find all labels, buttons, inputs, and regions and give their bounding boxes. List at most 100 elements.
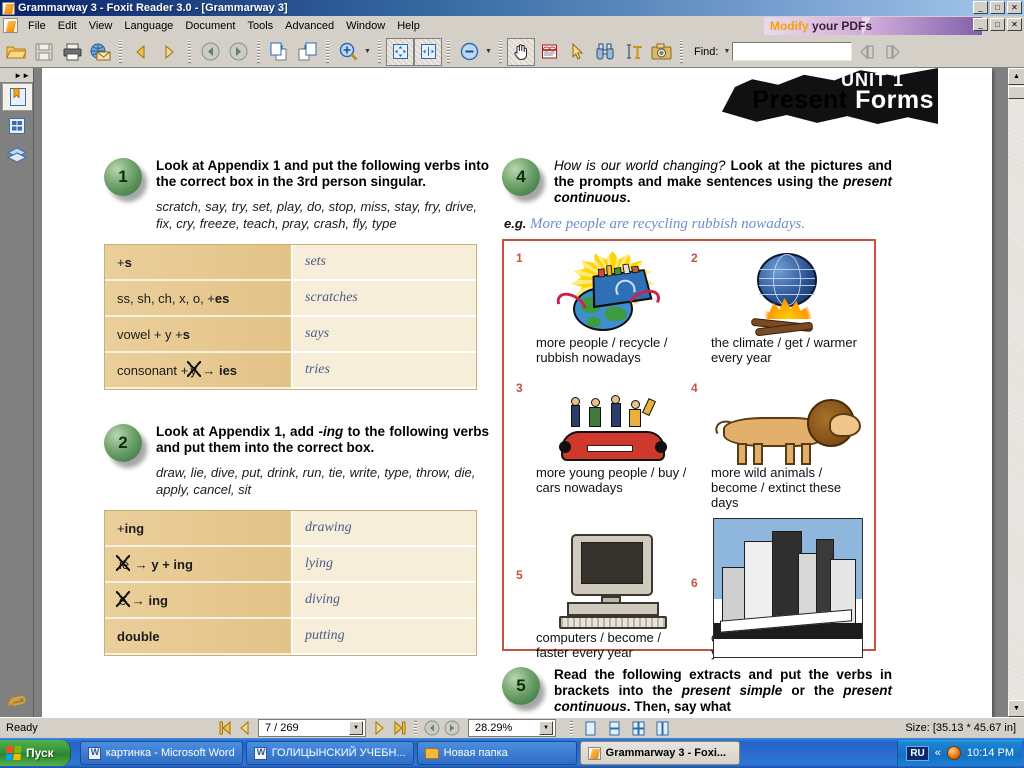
extract-pages-icon[interactable] [293, 38, 321, 66]
close-button[interactable]: ✕ [1007, 1, 1022, 14]
scroll-up-icon[interactable]: ▲ [1008, 68, 1024, 85]
doc-minimize-button[interactable]: _ [973, 18, 988, 31]
vertical-scrollbar[interactable]: ▲ ▼ [1007, 68, 1024, 717]
find-previous-icon[interactable] [852, 38, 880, 66]
pages-icon[interactable] [2, 112, 32, 140]
zoom-level-field[interactable]: 28.29% ▼ [468, 719, 556, 737]
facing-view-icon[interactable] [626, 719, 650, 737]
picture-number: 1 [516, 251, 523, 265]
rule-bold: es [214, 290, 230, 306]
next-page-icon[interactable] [369, 720, 389, 737]
rule-arrow: → [202, 362, 216, 378]
menu-file[interactable]: File [22, 18, 52, 34]
taskbar-item-word-2[interactable]: ГОЛИЦЫНСКИЙ УЧЕБН... [245, 741, 414, 765]
menu-document[interactable]: Document [179, 18, 241, 34]
picture-number: 3 [516, 381, 523, 395]
zoom-in-tool-icon[interactable] [334, 38, 362, 66]
menu-window[interactable]: Window [340, 18, 391, 34]
find-dropdown-caret[interactable]: ▼ [721, 38, 732, 66]
save-icon[interactable] [30, 38, 58, 66]
select-tool-icon[interactable] [563, 38, 591, 66]
tray-app-icon[interactable] [946, 746, 961, 760]
minimize-button[interactable]: _ [973, 1, 988, 14]
exercise-number-badge: 5 [502, 667, 540, 705]
modify-pdfs-ad-banner[interactable]: Modify your PDFs [764, 17, 982, 35]
maximize-button[interactable]: □ [990, 1, 1005, 14]
continuous-view-icon[interactable] [602, 719, 626, 737]
example-line: e.g. More people are recycling rubbish n… [504, 216, 892, 233]
email-icon[interactable] [86, 38, 114, 66]
rule-text: + [117, 520, 125, 536]
page-dropdown-caret[interactable]: ▼ [349, 721, 363, 735]
menu-view[interactable]: View [83, 18, 119, 34]
heading-part-b: or the [782, 683, 844, 698]
taskbar-item-folder[interactable]: Новая папка [416, 741, 577, 765]
rule-text: + [117, 254, 125, 270]
forward-icon[interactable] [224, 38, 252, 66]
navpane-collapse-button[interactable]: ►► [0, 68, 33, 82]
table-row: ie → y + ing lying [105, 547, 476, 583]
exercise-2: 2 Look at Appendix 1, add -ing to the fo… [104, 424, 489, 656]
hand-tool-icon[interactable] [507, 37, 535, 66]
first-page-icon[interactable] [215, 720, 235, 737]
picture-number: 2 [691, 251, 698, 265]
continuous-facing-view-icon[interactable] [650, 719, 674, 737]
fit-width-icon[interactable] [414, 37, 442, 66]
print-icon[interactable] [58, 38, 86, 66]
menu-advanced[interactable]: Advanced [279, 18, 340, 34]
taskbar-item-foxit[interactable]: Grammarway 3 - Foxi... [579, 741, 740, 765]
fit-page-icon[interactable] [386, 37, 414, 66]
insert-pages-icon[interactable] [265, 38, 293, 66]
layers-icon[interactable] [2, 141, 32, 169]
taskbar-item-word-1[interactable]: картинка - Microsoft Word [79, 741, 243, 765]
document-icon[interactable] [3, 18, 18, 33]
text-select-icon[interactable] [619, 38, 647, 66]
scrollbar-thumb[interactable] [1008, 86, 1024, 99]
rule-cell: ss, sh, ch, x, o, + es [105, 281, 291, 317]
forward-icon[interactable] [442, 720, 462, 737]
clock[interactable]: 10:14 PM [967, 747, 1014, 759]
language-indicator[interactable]: RU [906, 745, 929, 761]
single-page-view-icon[interactable] [578, 719, 602, 737]
table-row: vowel + y + s says [105, 317, 476, 353]
open-icon[interactable] [2, 38, 30, 66]
exercise-1-verbs: scratch, say, try, set, play, do, stop, … [156, 199, 477, 231]
zoom-dropdown-caret[interactable]: ▼ [539, 721, 553, 735]
zoom-out-icon[interactable] [455, 38, 483, 66]
tray-expand-chevron[interactable]: « [935, 747, 941, 759]
scroll-down-icon[interactable]: ▼ [1008, 700, 1024, 717]
previous-page-icon[interactable] [235, 720, 255, 737]
text-viewer-icon[interactable] [535, 38, 563, 66]
lion-art [711, 379, 864, 465]
find-input[interactable] [732, 42, 853, 61]
page-number-field[interactable]: 7 / 269 ▼ [258, 719, 366, 737]
menu-help[interactable]: Help [391, 18, 426, 34]
toolbar-separator [678, 39, 685, 64]
attachments-paperclip-icon[interactable] [0, 693, 34, 711]
left-column: 1 Look at Appendix 1 and put the followi… [104, 158, 489, 660]
struck-letter: y [187, 360, 201, 378]
document-view[interactable]: UNIT 1 Present Forms 1 Look at Appendix … [34, 68, 1007, 717]
picture-caption: more wild animals / become / extinct the… [711, 465, 842, 510]
start-button[interactable]: Пуск [0, 740, 71, 766]
menu-tools[interactable]: Tools [241, 18, 279, 34]
previous-view-icon[interactable] [127, 38, 155, 66]
menu-language[interactable]: Language [118, 18, 179, 34]
bookmarks-icon[interactable] [2, 83, 32, 111]
doc-restore-button[interactable]: □ [990, 18, 1005, 31]
rule-cell: vowel + y + s [105, 317, 291, 353]
zoom-out-caret[interactable]: ▼ [483, 38, 494, 66]
snapshot-icon[interactable] [647, 38, 675, 66]
back-icon[interactable] [422, 720, 442, 737]
zoom-dropdown-caret[interactable]: ▼ [362, 38, 373, 66]
menubar: File Edit View Language Document Tools A… [0, 16, 1024, 36]
find-binoculars-icon[interactable] [591, 38, 619, 66]
globe-fire-art [711, 249, 864, 337]
last-page-icon[interactable] [389, 720, 409, 737]
menu-edit[interactable]: Edit [52, 18, 83, 34]
rule-bold: ing [124, 520, 145, 536]
find-next-icon[interactable] [880, 38, 908, 66]
next-view-icon[interactable] [155, 38, 183, 66]
doc-close-button[interactable]: ✕ [1007, 18, 1022, 31]
back-icon[interactable] [196, 38, 224, 66]
